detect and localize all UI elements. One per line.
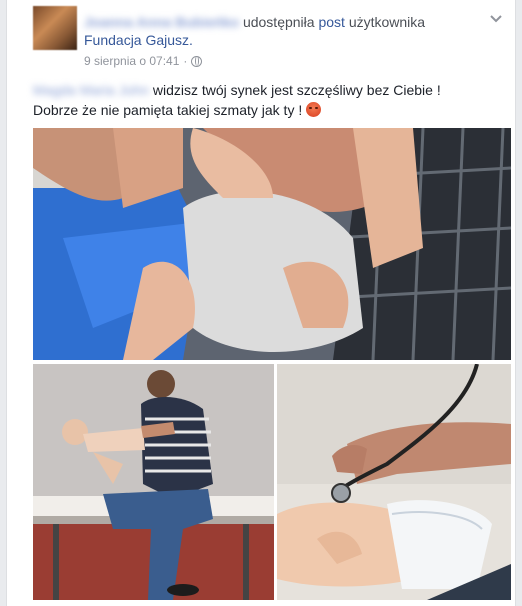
mention-link[interactable]: Magda Maria John <box>33 80 149 100</box>
globe-icon[interactable] <box>191 55 203 67</box>
chevron-down-icon[interactable] <box>487 10 505 28</box>
photo-stethoscope-on-infant-doll[interactable] <box>277 364 511 600</box>
post-card: Joanna Anna Bubieńko udostępniła post uż… <box>6 0 516 606</box>
post-text-line2: Dobrze że nie pamięta takiej szmaty jak … <box>33 102 307 118</box>
user-text: użytkownika <box>348 14 426 30</box>
avatar[interactable] <box>33 6 77 50</box>
post-header-line: Joanna Anna Bubieńko udostępniła post uż… <box>84 14 425 30</box>
timestamp-link[interactable]: 9 sierpnia o 07:41 <box>84 54 179 68</box>
sharer-name-link[interactable]: Joanna Anna Bubieńko <box>84 14 239 30</box>
photo-baby-held-by-adult[interactable] <box>33 128 511 360</box>
photo-man-demonstrating-infant-first-aid[interactable] <box>33 364 274 600</box>
shared-text: udostępniła <box>242 14 315 30</box>
post-link[interactable]: post <box>318 14 344 30</box>
post-text-line1: widzisz twój synek jest szczęśliwy bez C… <box>148 82 441 98</box>
page-name-link[interactable]: Fundacja Gajusz. <box>84 32 193 48</box>
post-text: Magda Maria John widzisz twój synek jest… <box>33 80 503 120</box>
meta-separator: · <box>183 54 188 68</box>
post-meta: 9 sierpnia o 07:41 · <box>84 54 203 68</box>
angry-face-emoji-icon <box>306 102 322 117</box>
